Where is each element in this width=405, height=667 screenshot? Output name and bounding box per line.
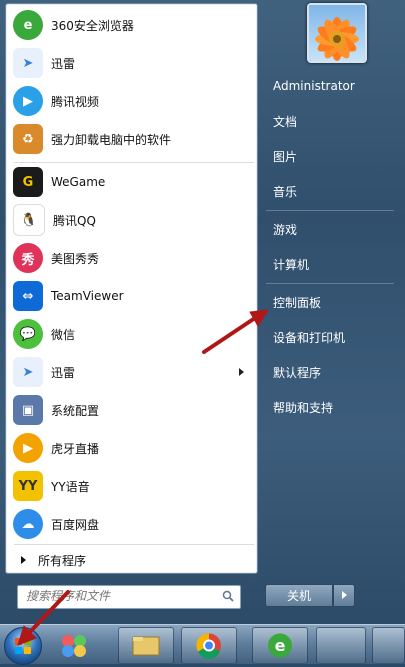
program-item-huya[interactable]: ▶ 虎牙直播 bbox=[9, 430, 254, 466]
chrome-icon bbox=[196, 633, 221, 659]
computer-link[interactable]: 计算机 bbox=[273, 256, 309, 273]
program-label: 百度网盘 bbox=[51, 517, 100, 532]
default-programs-link[interactable]: 默认程序 bbox=[273, 364, 321, 381]
search-icon[interactable] bbox=[222, 590, 234, 602]
program-item-uninstaller[interactable]: ♻ 强力卸载电脑中的软件 bbox=[9, 121, 254, 157]
all-programs-button[interactable]: 所有程序 bbox=[9, 547, 254, 573]
program-item-teamviewer[interactable]: ⇔ TeamViewer bbox=[9, 278, 254, 314]
flower-picture-icon bbox=[309, 5, 365, 61]
meitu-icon: 秀 bbox=[13, 243, 43, 273]
browser-360-taskbar-button[interactable]: e bbox=[252, 627, 308, 664]
program-label: TeamViewer bbox=[51, 289, 124, 303]
music-link[interactable]: 音乐 bbox=[273, 183, 297, 200]
program-item-meitu[interactable]: 秀 美图秀秀 bbox=[9, 240, 254, 276]
browser-360-icon: e bbox=[268, 633, 292, 658]
tencent-video-icon: ▶ bbox=[13, 86, 43, 116]
program-item-thunder[interactable]: ➤ 迅雷 bbox=[9, 45, 254, 81]
games-link[interactable]: 游戏 bbox=[273, 221, 297, 238]
chrome-taskbar-button[interactable] bbox=[181, 627, 237, 664]
help-support-link[interactable]: 帮助和支持 bbox=[273, 399, 333, 416]
program-label: 虎牙直播 bbox=[51, 441, 100, 456]
program-label: 强力卸载电脑中的软件 bbox=[51, 132, 172, 147]
submenu-arrow-icon bbox=[239, 368, 244, 376]
program-item-thunder-folder[interactable]: ➤ 迅雷 bbox=[9, 354, 254, 390]
system-config-icon: ▣ bbox=[13, 395, 43, 425]
start-menu: e 360安全浏览器 ➤ 迅雷 ▶ 腾讯视频 ♻ 强力卸载电脑中的软件 G We… bbox=[0, 0, 405, 624]
right-separator bbox=[266, 210, 394, 211]
huya-icon: ▶ bbox=[13, 433, 43, 463]
program-label: 迅雷 bbox=[51, 56, 76, 71]
control-panel-link[interactable]: 控制面板 bbox=[273, 294, 321, 311]
program-item-tencent-video[interactable]: ▶ 腾讯视频 bbox=[9, 83, 254, 119]
taskbar-app-button[interactable] bbox=[372, 627, 405, 664]
explorer-taskbar-button[interactable] bbox=[118, 627, 174, 664]
program-label: 迅雷 bbox=[51, 365, 76, 380]
program-label: 系统配置 bbox=[51, 403, 100, 418]
right-pane: Administrator 文档 图片 音乐 游戏 计算机 控制面板 设备和打印… bbox=[258, 0, 405, 624]
right-separator bbox=[266, 283, 394, 284]
arrow-right-icon bbox=[21, 556, 26, 564]
user-folder-link[interactable]: Administrator bbox=[273, 79, 355, 93]
pictures-link[interactable]: 图片 bbox=[273, 148, 297, 165]
documents-link[interactable]: 文档 bbox=[273, 113, 297, 130]
thunder-icon: ➤ bbox=[13, 48, 43, 78]
start-orb-button[interactable] bbox=[4, 627, 42, 665]
thunder-icon: ➤ bbox=[13, 357, 43, 387]
all-programs-separator bbox=[14, 544, 254, 545]
program-pane: e 360安全浏览器 ➤ 迅雷 ▶ 腾讯视频 ♻ 强力卸载电脑中的软件 G We… bbox=[5, 3, 258, 574]
shutdown-options-button[interactable] bbox=[333, 584, 355, 607]
browser-360-icon: e bbox=[13, 10, 43, 40]
program-label: 微信 bbox=[51, 327, 76, 342]
baidu-netdisk-icon: ☁ bbox=[13, 509, 43, 539]
devices-printers-link[interactable]: 设备和打印机 bbox=[273, 329, 345, 346]
program-item-qq[interactable]: 🐧 腾讯QQ bbox=[9, 202, 254, 238]
search-input[interactable] bbox=[18, 586, 216, 606]
qq-icon: 🐧 bbox=[13, 204, 45, 236]
taskbar-app-button[interactable] bbox=[316, 627, 366, 664]
program-item-wechat[interactable]: 💬 微信 bbox=[9, 316, 254, 352]
program-item-360-browser[interactable]: e 360安全浏览器 bbox=[9, 7, 254, 43]
folder-icon bbox=[132, 636, 160, 656]
program-item-system-config[interactable]: ▣ 系统配置 bbox=[9, 392, 254, 428]
pinned-separator bbox=[14, 162, 254, 163]
program-item-wegame[interactable]: G WeGame bbox=[9, 164, 254, 200]
wegame-icon: G bbox=[13, 167, 43, 197]
uninstall-icon: ♻ bbox=[13, 124, 43, 154]
program-label: 腾讯视频 bbox=[51, 94, 100, 109]
teamviewer-icon: ⇔ bbox=[13, 281, 43, 311]
shutdown-button[interactable]: 关机 bbox=[265, 584, 333, 607]
svg-text:e: e bbox=[275, 636, 286, 655]
wechat-icon: 💬 bbox=[13, 319, 43, 349]
program-item-yy[interactable]: YY YY语音 bbox=[9, 468, 254, 504]
all-programs-label: 所有程序 bbox=[38, 553, 87, 568]
program-label: 美图秀秀 bbox=[51, 251, 100, 266]
program-label: YY语音 bbox=[51, 479, 90, 494]
search-box[interactable] bbox=[17, 585, 241, 609]
windows-logo-icon bbox=[15, 638, 31, 654]
program-item-baidu-netdisk[interactable]: ☁ 百度网盘 bbox=[9, 506, 254, 542]
yy-icon: YY bbox=[13, 471, 43, 501]
arrow-right-icon bbox=[342, 591, 347, 599]
user-avatar[interactable] bbox=[307, 3, 367, 63]
program-label: 腾讯QQ bbox=[53, 213, 96, 228]
program-label: 360安全浏览器 bbox=[51, 18, 134, 33]
taskbar: e bbox=[0, 624, 405, 665]
shutdown-label: 关机 bbox=[286, 589, 311, 603]
taskbar-app-icon[interactable] bbox=[48, 627, 102, 662]
program-label: WeGame bbox=[51, 175, 106, 189]
